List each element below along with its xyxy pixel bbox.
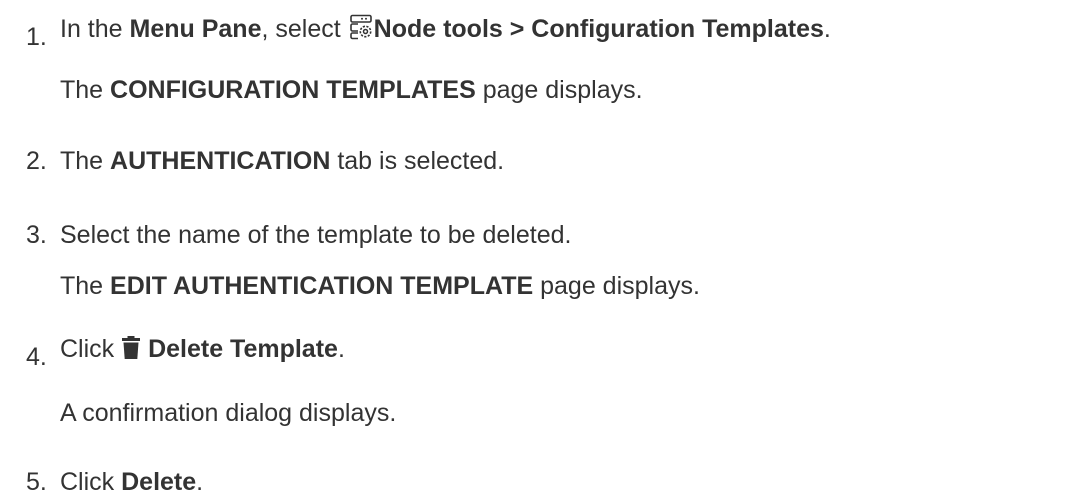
step-2: 2. The AUTHENTICATION tab is selected. <box>26 147 505 175</box>
step-3-result: The EDIT AUTHENTICATION TEMPLATE page di… <box>60 272 700 300</box>
step-number: 1. <box>26 23 47 51</box>
node-tools-path: Node tools > Configuration Templates <box>373 15 824 43</box>
step-3: 3. Select the name of the template to be … <box>26 221 572 249</box>
trash-icon <box>121 336 141 367</box>
node-tools-icon <box>348 14 374 47</box>
step-5: 5. Click Delete. <box>26 468 204 496</box>
step-1-result: The CONFIGURATION TEMPLATES page display… <box>60 76 643 104</box>
step-1: 1. In the Menu Pane, select Node tools > … <box>26 14 831 51</box>
step-4-result: A confirmation dialog displays. <box>60 399 397 427</box>
menu-pane-label: Menu Pane <box>129 15 262 43</box>
step-number: 5. <box>26 468 47 496</box>
delete-template-label: Delete Template <box>148 335 338 363</box>
step-number: 2. <box>26 147 47 175</box>
step-number: 4. <box>26 343 47 371</box>
step-number: 3. <box>26 221 47 249</box>
delete-label: Delete <box>121 468 197 496</box>
step-4: 4. Click Delete Template. <box>26 335 345 371</box>
